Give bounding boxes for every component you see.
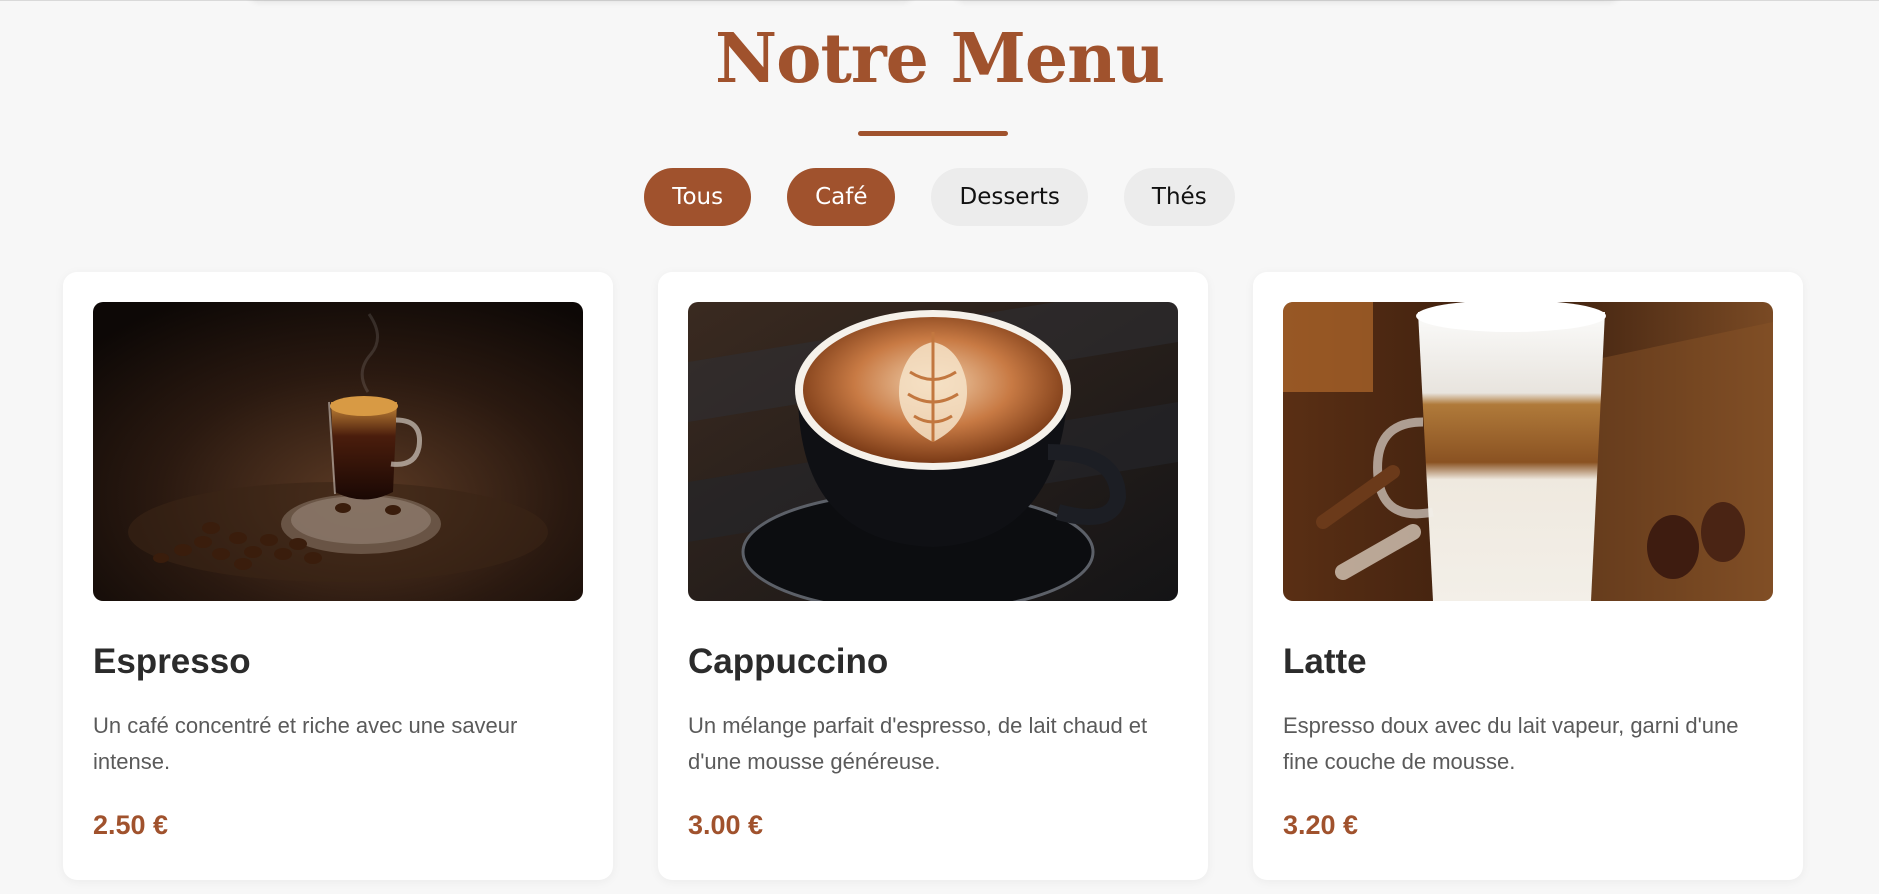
item-name: Cappuccino — [688, 642, 889, 681]
item-name: Espresso — [93, 642, 251, 681]
filter-tous-button[interactable]: Tous — [644, 168, 752, 226]
menu-title: Notre Menu — [714, 19, 1165, 99]
item-name: Latte — [1283, 642, 1367, 681]
menu-page: Notre Menu Tous Café Desserts Thés Espre… — [0, 0, 1879, 894]
espresso-cup-photo — [93, 302, 583, 601]
filter-cafe-button[interactable]: Café — [787, 168, 896, 226]
title-underline — [858, 131, 1008, 136]
menu-card-latte[interactable]: Latte Espresso doux avec du lait vapeur,… — [1253, 272, 1803, 880]
item-price: 3.20 € — [1283, 810, 1359, 840]
menu-card-cappuccino[interactable]: Cappuccino Un mélange parfait d'espresso… — [658, 272, 1208, 880]
menu-card-espresso[interactable]: Espresso Un café concentré et riche avec… — [63, 272, 613, 880]
top-divider — [0, 0, 1879, 1]
item-price: 2.50 € — [93, 810, 169, 840]
filter-desserts-button[interactable]: Desserts — [931, 168, 1088, 226]
latte-glass-photo — [1283, 302, 1773, 601]
item-description: Espresso doux avec du lait vapeur, garni… — [1283, 713, 1739, 774]
menu-filters: Tous Café Desserts Thés — [0, 168, 1879, 226]
item-price: 3.00 € — [688, 810, 764, 840]
espresso-image — [93, 302, 583, 601]
item-description: Un café concentré et riche avec une save… — [93, 713, 518, 774]
menu-cards: Espresso Un café concentré et riche avec… — [63, 272, 1803, 880]
cappuccino-latte-art-photo — [688, 302, 1178, 601]
latte-image — [1283, 302, 1773, 601]
filter-thes-button[interactable]: Thés — [1123, 168, 1235, 226]
cappuccino-image — [688, 302, 1178, 601]
item-description: Un mélange parfait d'espresso, de lait c… — [688, 713, 1148, 774]
